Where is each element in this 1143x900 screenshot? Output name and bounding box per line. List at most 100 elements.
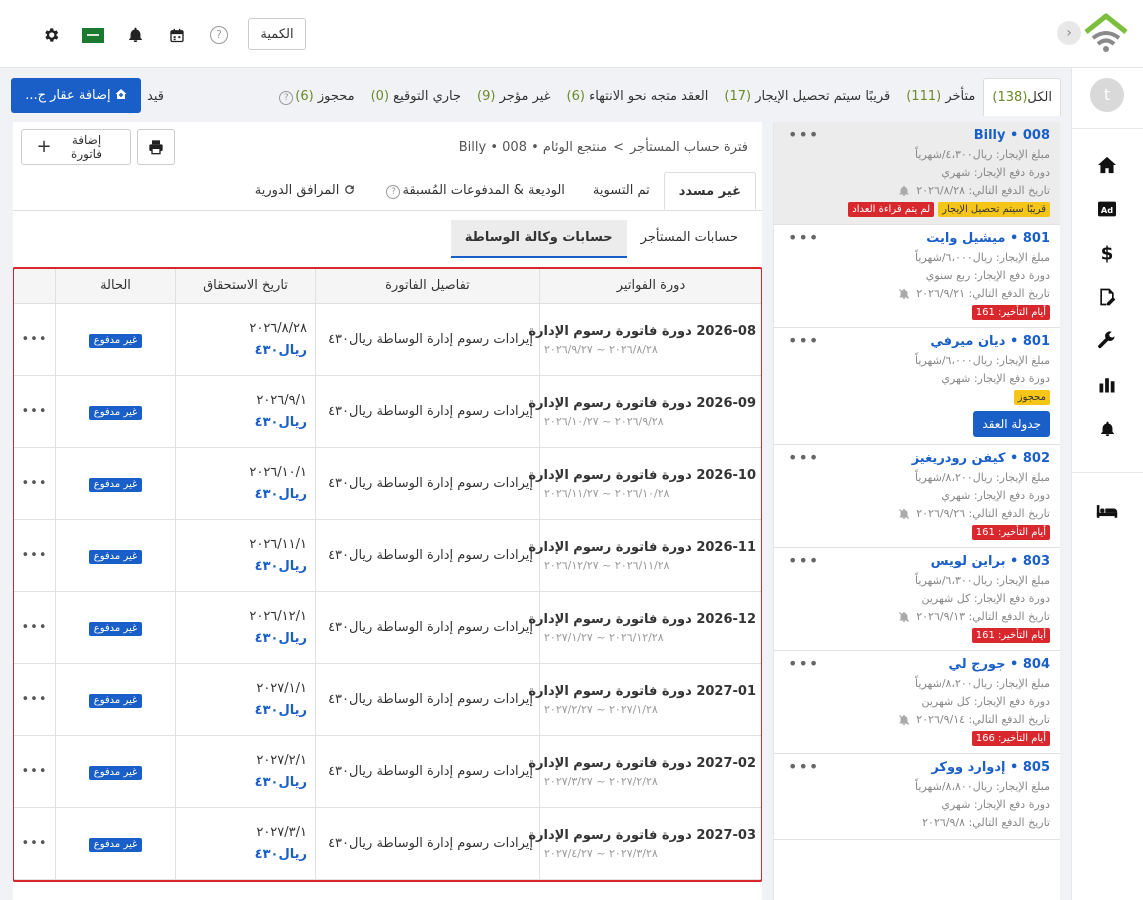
status-tab-lease-expiring[interactable]: العقد متجه نحو الانتهاء (6) bbox=[559, 78, 717, 116]
billing-cycle-title[interactable]: 2026-09 دورة فاتورة رسوم الإدارة bbox=[528, 394, 756, 414]
maintenance-wrench-icon[interactable] bbox=[1096, 330, 1118, 352]
flag-icon[interactable] bbox=[72, 18, 114, 52]
row-more-options-icon[interactable]: ••• bbox=[13, 447, 56, 520]
row-more-options-icon[interactable]: ••• bbox=[13, 303, 56, 376]
more-options-icon[interactable]: ••• bbox=[788, 230, 819, 246]
reserved-help-icon[interactable]: ? bbox=[279, 91, 294, 105]
home-icon[interactable] bbox=[1096, 154, 1118, 176]
bell-off-icon[interactable] bbox=[898, 714, 910, 726]
unit-card[interactable]: 804 • جورج لي مبلغ الإيجار: ريال٨،٢٠٠/شه… bbox=[774, 651, 1060, 754]
row-more-options-icon[interactable]: ••• bbox=[13, 663, 56, 736]
status-tab-reserved[interactable]: محجوز (6)? bbox=[269, 78, 362, 116]
billing-cycle-title[interactable]: 2026-11 دورة فاتورة رسوم الإدارة bbox=[528, 538, 756, 558]
table-row[interactable]: 2026-11 دورة فاتورة رسوم الإدارة ٢٠٢٦/١١/… bbox=[13, 519, 762, 592]
deposits-help-icon[interactable]: ? bbox=[386, 185, 401, 199]
dollar-icon[interactable]: $ bbox=[1096, 242, 1118, 264]
status-tab-all[interactable]: الكل(138) bbox=[983, 78, 1061, 116]
quantity-button[interactable]: الكمية bbox=[248, 18, 306, 50]
table-row[interactable]: 2026-09 دورة فاتورة رسوم الإدارة ٢٠٢٦/٩/٢… bbox=[13, 375, 762, 448]
more-options-icon[interactable]: ••• bbox=[788, 333, 819, 349]
tab-recurring-utilities[interactable]: المرافق الدورية bbox=[241, 172, 371, 210]
table-row[interactable]: 2027-01 دورة فاتورة رسوم الإدارة ٢٠٢٧/١/٢… bbox=[13, 663, 762, 736]
unit-number: 008 bbox=[1022, 128, 1050, 143]
rent-due-badge: قريبًا سيتم تحصيل الإيجار bbox=[938, 202, 1050, 217]
tab-tenant-accounts[interactable]: حسابات المستأجر bbox=[627, 220, 752, 258]
tab-settled[interactable]: تم التسوية bbox=[579, 172, 664, 210]
alerts-bell-icon[interactable] bbox=[1096, 418, 1118, 440]
table-row[interactable]: 2027-02 دورة فاتورة رسوم الإدارة ٢٠٢٧/٢/٢… bbox=[13, 735, 762, 808]
row-more-options-icon[interactable]: ••• bbox=[13, 375, 56, 448]
invoice-detail-cell: إيرادات رسوم إدارة الوساطة ريال٤٣٠ bbox=[315, 807, 540, 880]
add-invoice-button[interactable]: إضافة فاتورة + bbox=[21, 129, 131, 165]
more-options-icon[interactable]: ••• bbox=[788, 553, 819, 569]
status-tab-rent-due-soon[interactable]: قريبًا سيتم تحصيل الإيجار (17) bbox=[716, 78, 898, 116]
reminder-bell-icon[interactable] bbox=[898, 185, 910, 197]
unit-card[interactable]: 008 • Billy مبلغ الإيجار: ريال٤،٣٠٠/شهري… bbox=[774, 122, 1060, 225]
settings-gear-icon[interactable] bbox=[30, 18, 72, 52]
unit-title[interactable]: 801 • ديان ميرفي bbox=[782, 334, 1050, 352]
row-more-options-icon[interactable]: ••• bbox=[13, 735, 56, 808]
unit-title[interactable]: 804 • جورج لي bbox=[782, 657, 1050, 675]
row-more-options-icon[interactable]: ••• bbox=[13, 519, 56, 592]
due-amount: ريال٤٣٠ bbox=[254, 414, 307, 430]
status-tab-vacant[interactable]: غير مؤجر (9) bbox=[469, 78, 559, 116]
tab-agency-accounts[interactable]: حسابات وكالة الوساطة bbox=[450, 220, 627, 258]
breadcrumb-root[interactable]: فترة حساب المستأجر bbox=[630, 140, 748, 155]
table-row[interactable]: 2027-03 دورة فاتورة رسوم الإدارة ٢٠٢٧/٣/٢… bbox=[13, 807, 762, 880]
bell-off-icon[interactable] bbox=[898, 611, 910, 623]
unit-title[interactable]: 802 • كيفن رودريغيز bbox=[782, 451, 1050, 469]
tab-unpaid[interactable]: غير مسدد bbox=[663, 172, 756, 210]
unit-card[interactable]: 802 • كيفن رودريغيز مبلغ الإيجار: ريال٨،… bbox=[774, 445, 1060, 548]
unit-card[interactable]: 801 • ديان ميرفي مبلغ الإيجار: ريال٦،٠٠٠… bbox=[774, 328, 1060, 445]
row-more-options-icon[interactable]: ••• bbox=[13, 591, 56, 664]
bed-icon[interactable] bbox=[1096, 500, 1118, 522]
unit-card[interactable]: 805 • إدوارد ووكر مبلغ الإيجار: ريال٨،٨٠… bbox=[774, 754, 1060, 840]
next-payment-row: تاريخ الدفع التالي: ٢٠٢٦/٩/٢٦ bbox=[782, 505, 1050, 523]
billing-cycle-title[interactable]: 2026-10 دورة فاتورة رسوم الإدارة bbox=[528, 466, 756, 486]
add-property-button[interactable]: إضافة عقار ج... bbox=[11, 78, 141, 113]
invoice-table: دورة الفواتير تفاصيل الفاتورة تاريخ الاس… bbox=[13, 267, 762, 880]
schedule-lease-button[interactable]: جدولة العقد bbox=[973, 411, 1050, 437]
user-avatar[interactable]: t bbox=[1090, 78, 1124, 112]
status-cell: غير مدفوع bbox=[55, 519, 176, 592]
tab-deposits[interactable]: الوديعة & المدفوعات المُسبقة? bbox=[370, 172, 578, 210]
billing-cycle-title[interactable]: 2027-01 دورة فاتورة رسوم الإدارة bbox=[528, 682, 756, 702]
table-row[interactable]: 2026-12 دورة فاتورة رسوم الإدارة ٢٠٢٦/١٢/… bbox=[13, 591, 762, 664]
billing-cycle-cell: 2027-03 دورة فاتورة رسوم الإدارة ٢٠٢٧/٣/٢… bbox=[528, 807, 762, 880]
billing-cycle-title[interactable]: 2026-08 دورة فاتورة رسوم الإدارة bbox=[528, 322, 756, 342]
more-options-icon[interactable]: ••• bbox=[788, 656, 819, 672]
table-row[interactable]: 2026-10 دورة فاتورة رسوم الإدارة ٢٠٢٦/١٠/… bbox=[13, 447, 762, 520]
unit-title[interactable]: 805 • إدوارد ووكر bbox=[782, 760, 1050, 778]
billing-cycle-title[interactable]: 2026-12 دورة فاتورة رسوم الإدارة bbox=[528, 610, 756, 630]
print-button[interactable] bbox=[137, 129, 175, 165]
unit-title[interactable]: 008 • Billy bbox=[782, 128, 1050, 146]
calendar-icon[interactable] bbox=[156, 18, 198, 52]
more-options-icon[interactable]: ••• bbox=[788, 759, 819, 775]
more-options-icon[interactable]: ••• bbox=[788, 450, 819, 466]
unit-title[interactable]: 803 • براين لويس bbox=[782, 554, 1050, 572]
notification-bell-icon[interactable] bbox=[114, 18, 156, 52]
billing-cycle-title[interactable]: 2027-02 دورة فاتورة رسوم الإدارة bbox=[528, 754, 756, 774]
status-tab-signing[interactable]: جاري التوقيع (0) bbox=[363, 78, 469, 116]
unit-card[interactable]: 803 • براين لويس مبلغ الإيجار: ريال٦،٣٠٠… bbox=[774, 548, 1060, 651]
next-payment-date: تاريخ الدفع التالي: ٢٠٢٦/٩/١٣ bbox=[916, 610, 1050, 623]
reports-chart-icon[interactable] bbox=[1096, 374, 1118, 396]
collapse-sidebar-icon[interactable]: ‹ bbox=[1057, 21, 1081, 45]
status-tab-overflow[interactable]: قيد bbox=[142, 78, 164, 116]
bell-off-icon[interactable] bbox=[898, 508, 910, 520]
tenant-name: إدوارد ووكر bbox=[931, 760, 1006, 775]
more-options-icon[interactable]: ••• bbox=[788, 127, 819, 143]
contract-sign-icon[interactable] bbox=[1096, 286, 1118, 308]
unit-number: 804 bbox=[1022, 657, 1050, 672]
help-icon[interactable]: ? bbox=[198, 18, 240, 52]
unit-card[interactable]: 801 • ميشيل وايت مبلغ الإيجار: ريال٦،٠٠٠… bbox=[774, 225, 1060, 328]
unit-title[interactable]: 801 • ميشيل وايت bbox=[782, 231, 1050, 249]
billing-cycle-title[interactable]: 2027-03 دورة فاتورة رسوم الإدارة bbox=[528, 826, 756, 846]
due-date: ٢٠٢٦/٨/٢٨ bbox=[249, 320, 307, 336]
tab-deposits-label: الوديعة & المدفوعات المُسبقة bbox=[402, 183, 565, 198]
table-row[interactable]: 2026-08 دورة فاتورة رسوم الإدارة ٢٠٢٦/٨/٢… bbox=[13, 303, 762, 376]
row-more-options-icon[interactable]: ••• bbox=[13, 807, 56, 880]
bell-off-icon[interactable] bbox=[898, 288, 910, 300]
ads-icon[interactable]: Ad bbox=[1096, 198, 1118, 220]
status-tab-overdue[interactable]: متأخر (111) bbox=[898, 78, 983, 116]
